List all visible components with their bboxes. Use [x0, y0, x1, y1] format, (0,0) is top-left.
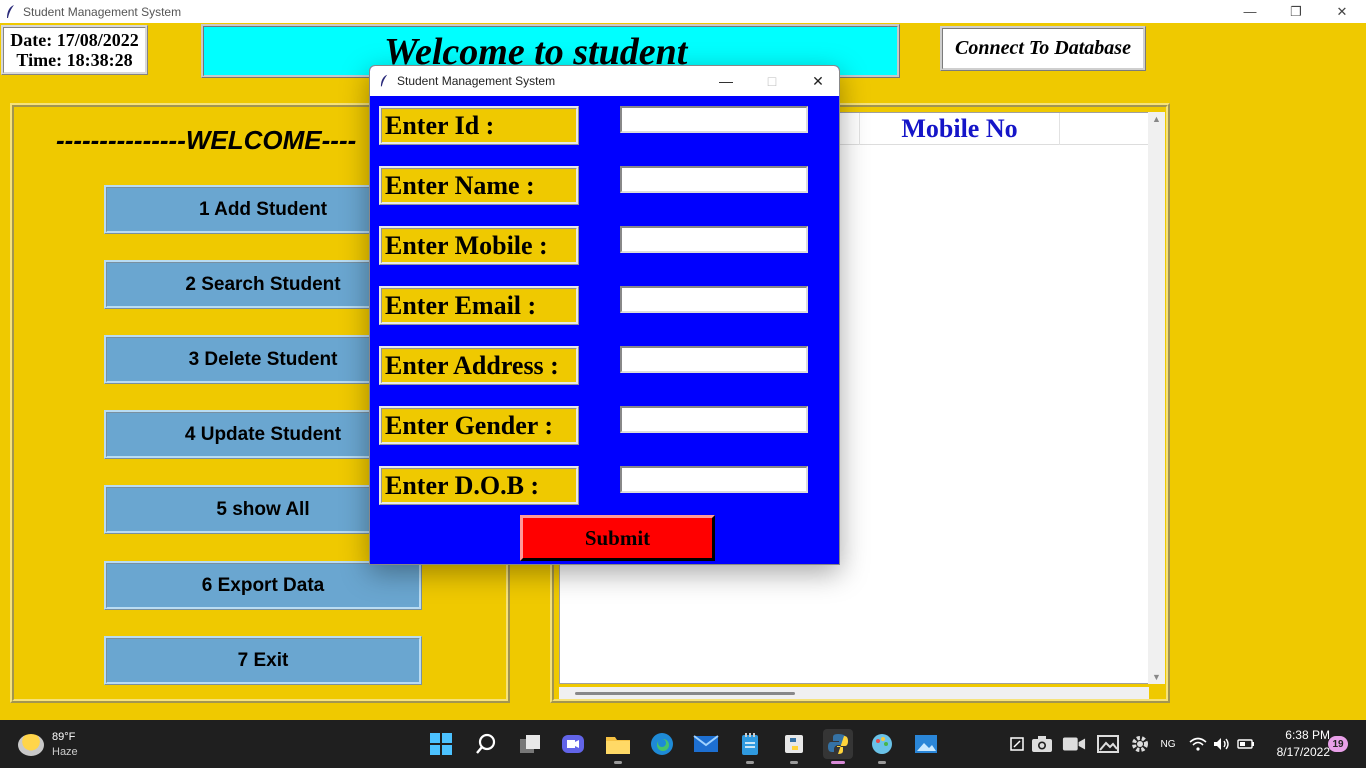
- exit-button[interactable]: 7 Exit: [104, 636, 422, 685]
- feather-icon: [380, 74, 388, 87]
- wifi-icon[interactable]: [1186, 732, 1210, 756]
- dialog-titlebar: Student Management System — □ ✕: [370, 66, 839, 96]
- clock-date: 8/17/2022: [1276, 745, 1330, 759]
- gender-label: Enter Gender :: [379, 406, 579, 445]
- notepad-icon[interactable]: [735, 729, 765, 764]
- task-view-icon[interactable]: [515, 729, 545, 759]
- dialog-close-button[interactable]: ✕: [795, 66, 839, 96]
- window-title: Student Management System: [23, 4, 182, 19]
- address-label: Enter Address :: [379, 346, 579, 385]
- feather-icon: [7, 4, 14, 18]
- gallery-icon[interactable]: [1096, 732, 1120, 756]
- dob-input[interactable]: [620, 466, 808, 493]
- name-input[interactable]: [620, 166, 808, 193]
- horizontal-scrollbar[interactable]: [559, 687, 1149, 699]
- scroll-down-icon[interactable]: ▼: [1148, 670, 1165, 684]
- mail-icon[interactable]: [691, 729, 721, 759]
- name-label: Enter Name :: [379, 166, 579, 205]
- python-idle-icon[interactable]: [779, 729, 809, 764]
- settings-gear-icon[interactable]: [1128, 732, 1152, 756]
- search-icon[interactable]: [471, 729, 501, 759]
- email-input[interactable]: [620, 286, 808, 313]
- tray-pin-icon[interactable]: [1005, 732, 1029, 756]
- language-indicator[interactable]: NG: [1156, 732, 1180, 756]
- dob-label: Enter D.O.B :: [379, 466, 579, 505]
- weather-temp: 89°F: [52, 731, 76, 743]
- id-label: Enter Id :: [379, 106, 579, 145]
- gender-input[interactable]: [620, 406, 808, 433]
- email-label: Enter Email :: [379, 286, 579, 325]
- taskbar-clock[interactable]: 6:38 PM 8/17/2022: [1264, 727, 1330, 761]
- edge-icon[interactable]: [647, 729, 677, 759]
- column-header-mobile[interactable]: Mobile No: [860, 113, 1060, 145]
- dialog-title: Student Management System: [397, 74, 556, 88]
- camera-icon[interactable]: [1030, 732, 1054, 756]
- horizontal-scroll-thumb[interactable]: [575, 692, 795, 695]
- date-label: Date: 17/08/2022: [10, 30, 139, 50]
- clock-time: 6:38 PM: [1285, 728, 1330, 742]
- minimize-button[interactable]: —: [1227, 0, 1273, 23]
- datetime-box: Date: 17/08/2022 Time: 18:38:28: [1, 25, 148, 75]
- dialog-maximize-button: □: [767, 73, 777, 89]
- paint-icon[interactable]: [867, 729, 897, 764]
- scroll-up-icon[interactable]: ▲: [1148, 112, 1165, 126]
- address-input[interactable]: [620, 346, 808, 373]
- window-titlebar: Student Management System — ❐ ✕: [0, 0, 1366, 23]
- python-app-icon[interactable]: [823, 729, 853, 764]
- weather-condition: Haze: [52, 746, 78, 758]
- photos-icon[interactable]: [911, 729, 941, 759]
- video-icon[interactable]: [1062, 732, 1086, 756]
- teams-chat-icon[interactable]: [558, 729, 588, 759]
- taskbar: 89°F Haze NG 6:38 PM 8/17/2022 19: [0, 720, 1366, 768]
- close-button[interactable]: ✕: [1319, 0, 1365, 23]
- file-explorer-icon[interactable]: [603, 729, 633, 764]
- vertical-scrollbar[interactable]: ▲ ▼: [1148, 112, 1165, 684]
- volume-icon[interactable]: [1210, 732, 1234, 756]
- weather-widget[interactable]: 89°F Haze: [18, 730, 78, 760]
- export-data-button[interactable]: 6 Export Data: [104, 561, 422, 610]
- time-label: Time: 18:38:28: [16, 50, 133, 70]
- start-icon[interactable]: [426, 729, 456, 759]
- weather-icon: [18, 734, 44, 756]
- add-student-dialog: Student Management System — □ ✕ Enter Id…: [369, 65, 840, 565]
- dialog-minimize-button[interactable]: —: [703, 66, 749, 96]
- submit-button[interactable]: Submit: [520, 515, 715, 561]
- notification-badge[interactable]: 19: [1328, 736, 1348, 752]
- restore-button[interactable]: ❐: [1273, 0, 1319, 23]
- connect-database-button[interactable]: Connect To Database: [940, 26, 1146, 71]
- id-input[interactable]: [620, 106, 808, 133]
- welcome-heading: ---------------WELCOME----: [56, 125, 357, 155]
- mobile-input[interactable]: [620, 226, 808, 253]
- mobile-label: Enter Mobile :: [379, 226, 579, 265]
- battery-icon[interactable]: [1234, 732, 1258, 756]
